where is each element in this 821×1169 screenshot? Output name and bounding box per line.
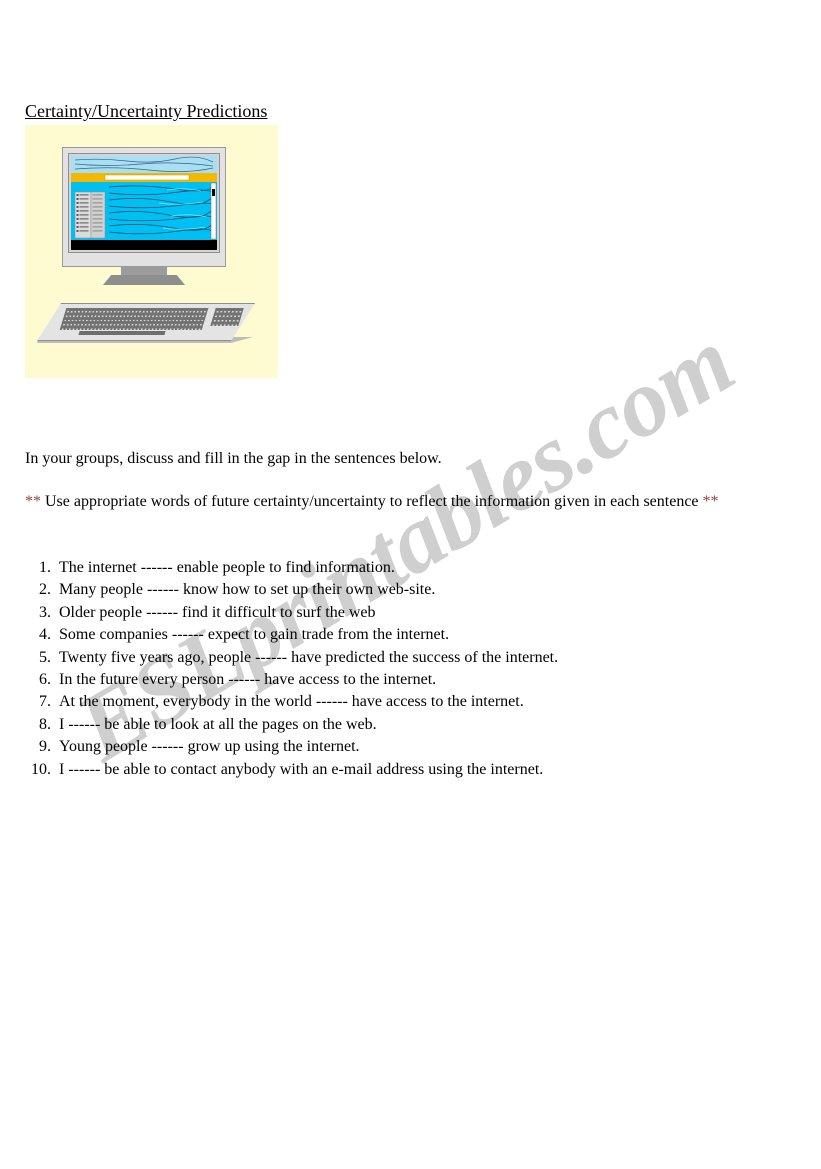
list-item: 7. At the moment, everybody in the world… (25, 693, 795, 715)
list-item-number: 9. (39, 738, 51, 756)
keyboard-spacebar-icon (78, 331, 166, 335)
list-item-number: 1. (39, 559, 51, 576)
monitor-screen-icon (71, 156, 217, 250)
list-item: 9. Young people ------ grow up using the… (25, 738, 795, 760)
monitor-neck-icon (121, 267, 167, 275)
sentence-list: 1. The internet ------ enable people to … (25, 559, 795, 783)
list-item: 1. The internet ------ enable people to … (25, 559, 795, 581)
list-item-text: Many people ------ know how to set up th… (59, 581, 436, 599)
keyboard-numpad-keys-icon (210, 308, 244, 326)
leading-asterisks: ** (25, 493, 41, 510)
list-item-number: 8. (39, 715, 51, 733)
list-item: 6. In the future every person ------ hav… (25, 671, 795, 693)
list-item-text: I ------ be able to look at all the page… (59, 715, 377, 733)
page-title: Certainty/Uncertainty Predictions (25, 101, 268, 121)
list-item-text: Twenty five years ago, people ------ hav… (59, 648, 559, 666)
list-item: 5. Twenty five years ago, people ------ … (25, 649, 795, 671)
list-item: 4. Some companies ------ expect to gain … (25, 626, 795, 648)
list-item-number: 3. (39, 603, 51, 621)
task-instruction-body: Use appropriate words of future certaint… (45, 493, 699, 510)
intro-instruction-text: In your groups, discuss and fill in the … (25, 450, 442, 467)
list-item-number: 5. (39, 648, 51, 666)
list-item-text: Older people ------ find it difficult to… (59, 603, 376, 621)
screen-squiggles-icon (71, 156, 217, 250)
list-item: 8. I ------ be able to look at all the p… (25, 716, 795, 738)
list-item-text: I ------ be able to contact anybody with… (59, 760, 544, 778)
list-item-text: In the future every person ------ have a… (59, 670, 437, 688)
list-item-number: 6. (39, 670, 51, 688)
monitor-base-icon (103, 275, 185, 285)
list-item-number: 4. (39, 626, 51, 644)
task-instruction-text: ** Use appropriate words of future certa… (25, 490, 777, 513)
list-item: 10. I ------ be able to contact anybody … (25, 761, 795, 783)
keyboard-main-keys-icon (59, 308, 209, 330)
list-item-number: 2. (39, 581, 51, 599)
list-item-text: The internet ------ enable people to fin… (59, 559, 395, 576)
list-item-number: 10. (31, 760, 51, 778)
computer-clipart (25, 125, 278, 378)
list-item: 3. Older people ------ find it difficult… (25, 604, 795, 626)
list-item-text: Young people ------ grow up using the in… (59, 738, 360, 756)
list-item-text: At the moment, everybody in the world --… (59, 693, 524, 711)
list-item: 2. Many people ------ know how to set up… (25, 581, 795, 603)
worksheet-page: Certainty/Uncertainty Predictions In you… (0, 0, 821, 1169)
list-item-number: 7. (39, 693, 51, 711)
list-item-text: Some companies ------ expect to gain tra… (59, 626, 450, 644)
trailing-asterisks: ** (702, 493, 719, 510)
